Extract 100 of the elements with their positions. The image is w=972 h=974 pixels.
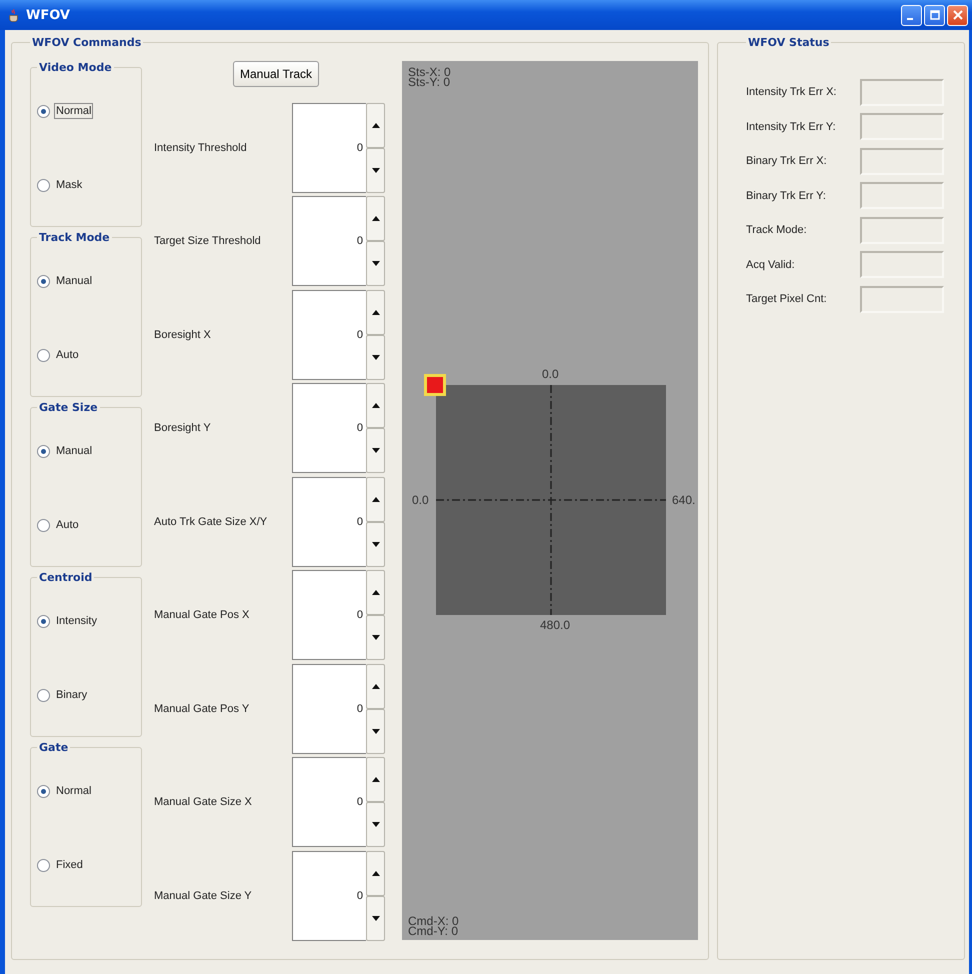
- down-arrow-icon: [372, 168, 380, 173]
- radio-button[interactable]: [37, 348, 50, 362]
- group-title: Gate Size: [38, 401, 99, 414]
- radio-button[interactable]: [37, 178, 50, 192]
- status-label: Track Mode:: [746, 224, 808, 236]
- minimize-button[interactable]: [901, 4, 922, 26]
- close-icon: [950, 8, 964, 22]
- number-field[interactable]: 0: [292, 290, 366, 380]
- increment-button[interactable]: [366, 570, 385, 616]
- increment-button[interactable]: [366, 196, 385, 242]
- radio-button[interactable]: [37, 274, 50, 288]
- increment-button[interactable]: [366, 664, 385, 709]
- number-field[interactable]: 0: [292, 757, 366, 848]
- spinner-label: Manual Gate Pos X: [154, 609, 250, 622]
- decrement-button[interactable]: [366, 148, 385, 193]
- radio-label[interactable]: Manual: [54, 443, 94, 459]
- radio-label[interactable]: Normal: [54, 783, 94, 799]
- radio-button[interactable]: [37, 614, 50, 628]
- status-label: Binary Trk Err X:: [746, 155, 828, 168]
- up-arrow-icon: [372, 590, 380, 596]
- up-arrow-icon: [372, 310, 380, 315]
- radio-label[interactable]: Auto: [54, 347, 81, 363]
- increment-button[interactable]: [366, 102, 385, 148]
- decrement-button[interactable]: [366, 615, 385, 660]
- decrement-button[interactable]: [366, 334, 385, 380]
- radio-button[interactable]: [37, 858, 50, 872]
- radio-label[interactable]: Fixed: [54, 857, 85, 873]
- decrement-button[interactable]: [366, 896, 385, 941]
- down-arrow-icon: [372, 261, 380, 266]
- axis-label: 640.: [672, 493, 696, 507]
- radio-label[interactable]: Binary: [54, 687, 90, 703]
- increment-button[interactable]: [366, 850, 385, 896]
- number-field[interactable]: 0: [292, 570, 366, 660]
- decrement-button[interactable]: [366, 241, 385, 286]
- down-arrow-icon: [372, 822, 380, 828]
- status-label: Intensity Trk Err X:: [746, 86, 838, 98]
- maximize-icon: [928, 8, 942, 22]
- decrement-button[interactable]: [366, 708, 385, 754]
- up-arrow-icon: [372, 216, 380, 222]
- spinner-label: Manual Gate Size Y: [154, 890, 253, 902]
- close-button[interactable]: [947, 4, 968, 26]
- down-arrow-icon: [372, 635, 380, 640]
- axis-label: 0.0: [542, 367, 559, 381]
- readout-line: Cmd-X: 0: [408, 916, 459, 926]
- group-title: Centroid: [38, 571, 94, 584]
- status-label: Acq Valid:: [746, 258, 796, 271]
- radio-label[interactable]: Normal: [54, 103, 94, 119]
- status-label: Binary Trk Err Y:: [746, 190, 827, 202]
- decrement-button[interactable]: [366, 802, 385, 848]
- number-field[interactable]: 0: [292, 383, 366, 474]
- coffee-cup-icon: [8, 8, 20, 22]
- decrement-button[interactable]: [366, 522, 385, 567]
- radio-button[interactable]: [37, 688, 50, 702]
- maximize-button[interactable]: [924, 4, 945, 26]
- readout-line: Cmd-Y: 0: [408, 926, 459, 936]
- spinner-label: Boresight Y: [154, 422, 212, 434]
- number-field[interactable]: 0: [292, 664, 366, 754]
- axis-label: 0.0: [412, 493, 429, 507]
- group-title: Gate: [38, 741, 70, 754]
- target-marker[interactable]: [424, 374, 446, 396]
- down-arrow-icon: [372, 542, 380, 547]
- spinner-label: Manual Gate Pos Y: [154, 702, 250, 715]
- manual-track-button[interactable]: Manual Track: [232, 61, 320, 87]
- increment-button[interactable]: [366, 476, 385, 522]
- radio-label[interactable]: Mask: [54, 177, 84, 193]
- up-arrow-icon: [372, 777, 380, 782]
- radio-button[interactable]: [37, 444, 50, 458]
- up-arrow-icon: [372, 403, 380, 408]
- down-arrow-icon: [372, 448, 380, 454]
- up-arrow-icon: [372, 870, 380, 876]
- number-field[interactable]: 0: [292, 196, 366, 286]
- readout-line: Sts-X: 0: [408, 67, 451, 77]
- up-arrow-icon: [372, 684, 380, 689]
- radio-button[interactable]: [37, 518, 50, 532]
- increment-button[interactable]: [366, 757, 385, 802]
- group-title: Video Mode: [38, 61, 113, 74]
- number-field[interactable]: 0: [292, 476, 366, 567]
- number-field[interactable]: 0: [292, 850, 366, 941]
- status-label: Target Pixel Cnt:: [746, 293, 828, 306]
- spinner-label: Target Size Threshold: [154, 235, 262, 248]
- increment-button[interactable]: [366, 383, 385, 428]
- up-arrow-icon: [372, 122, 380, 128]
- window-title: WFOV: [26, 8, 70, 22]
- increment-button[interactable]: [366, 290, 385, 335]
- panel-title: WFOV Commands: [31, 36, 142, 49]
- decrement-button[interactable]: [366, 428, 385, 474]
- spinner-label: Manual Gate Size X: [154, 796, 253, 808]
- radio-button[interactable]: [37, 104, 50, 118]
- radio-label[interactable]: Auto: [54, 517, 81, 533]
- radio-label[interactable]: Intensity: [54, 613, 99, 629]
- readout-line: Sts-Y: 0: [408, 77, 451, 87]
- down-arrow-icon: [372, 916, 380, 921]
- radio-button[interactable]: [37, 784, 50, 798]
- down-arrow-icon: [372, 728, 380, 734]
- spinner-label: Intensity Threshold: [154, 142, 248, 154]
- up-arrow-icon: [372, 496, 380, 502]
- spinner-label: Auto Trk Gate Size X/Y: [154, 516, 268, 528]
- number-field[interactable]: 0: [292, 102, 366, 193]
- radio-label[interactable]: Manual: [54, 273, 94, 289]
- panel-title: WFOV Status: [747, 36, 830, 49]
